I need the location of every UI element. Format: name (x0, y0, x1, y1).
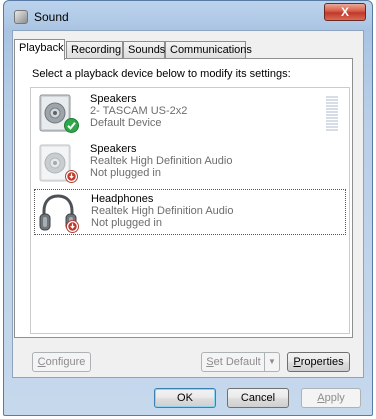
ok-button[interactable]: OK (154, 388, 216, 408)
device-list[interactable]: Speakers 2- TASCAM US-2x2 Default Device… (30, 87, 350, 334)
properties-button[interactable]: Properties (287, 352, 350, 372)
close-button[interactable]: X (324, 3, 366, 21)
device-status: Not plugged in (90, 167, 161, 179)
set-default-button[interactable]: Set Default ▼ (201, 352, 280, 372)
device-name: Headphones (91, 193, 154, 205)
unplugged-icon (66, 220, 79, 233)
device-item-realtek-headphones[interactable]: Headphones Realtek High Definition Audio… (34, 189, 346, 235)
default-check-icon (64, 118, 79, 133)
device-driver: Realtek High Definition Audio (91, 205, 234, 217)
device-item-tascam-speakers[interactable]: Speakers 2- TASCAM US-2x2 Default Device (34, 90, 346, 136)
cancel-button[interactable]: Cancel (227, 388, 289, 408)
apply-button[interactable]: Apply (301, 388, 361, 408)
instruction-text: Select a playback device below to modify… (32, 68, 291, 80)
tab-playback[interactable]: Playback (14, 39, 65, 60)
volume-meter (326, 96, 338, 134)
device-driver: 2- TASCAM US-2x2 (90, 105, 188, 117)
device-name: Speakers (90, 143, 137, 155)
title-bar[interactable]: Sound X (4, 1, 372, 31)
chevron-down-icon[interactable]: ▼ (264, 353, 279, 371)
properties-label-rest: roperties (300, 356, 344, 368)
apply-label-rest: pply (324, 392, 345, 404)
tab-recording[interactable]: Recording (66, 41, 123, 59)
speaker-app-icon (14, 10, 28, 24)
window-title: Sound (34, 10, 69, 24)
unplugged-icon (65, 170, 78, 183)
tab-sounds[interactable]: Sounds (123, 41, 165, 59)
configure-label-rest: onfigure (45, 356, 86, 368)
device-item-realtek-speakers[interactable]: Speakers Realtek High Definition Audio N… (34, 140, 346, 186)
configure-accesskey: C (37, 356, 46, 368)
device-driver: Realtek High Definition Audio (90, 155, 233, 167)
set-default-accesskey: S (206, 356, 214, 368)
properties-accesskey: P (293, 356, 301, 368)
apply-accesskey: A (317, 392, 325, 404)
device-name: Speakers (90, 93, 137, 105)
set-default-label-rest: et Default (213, 356, 261, 368)
tab-communications[interactable]: Communications (165, 41, 252, 59)
device-status: Not plugged in (91, 217, 162, 229)
configure-button[interactable]: Configure (32, 352, 91, 372)
device-status: Default Device (90, 117, 162, 129)
